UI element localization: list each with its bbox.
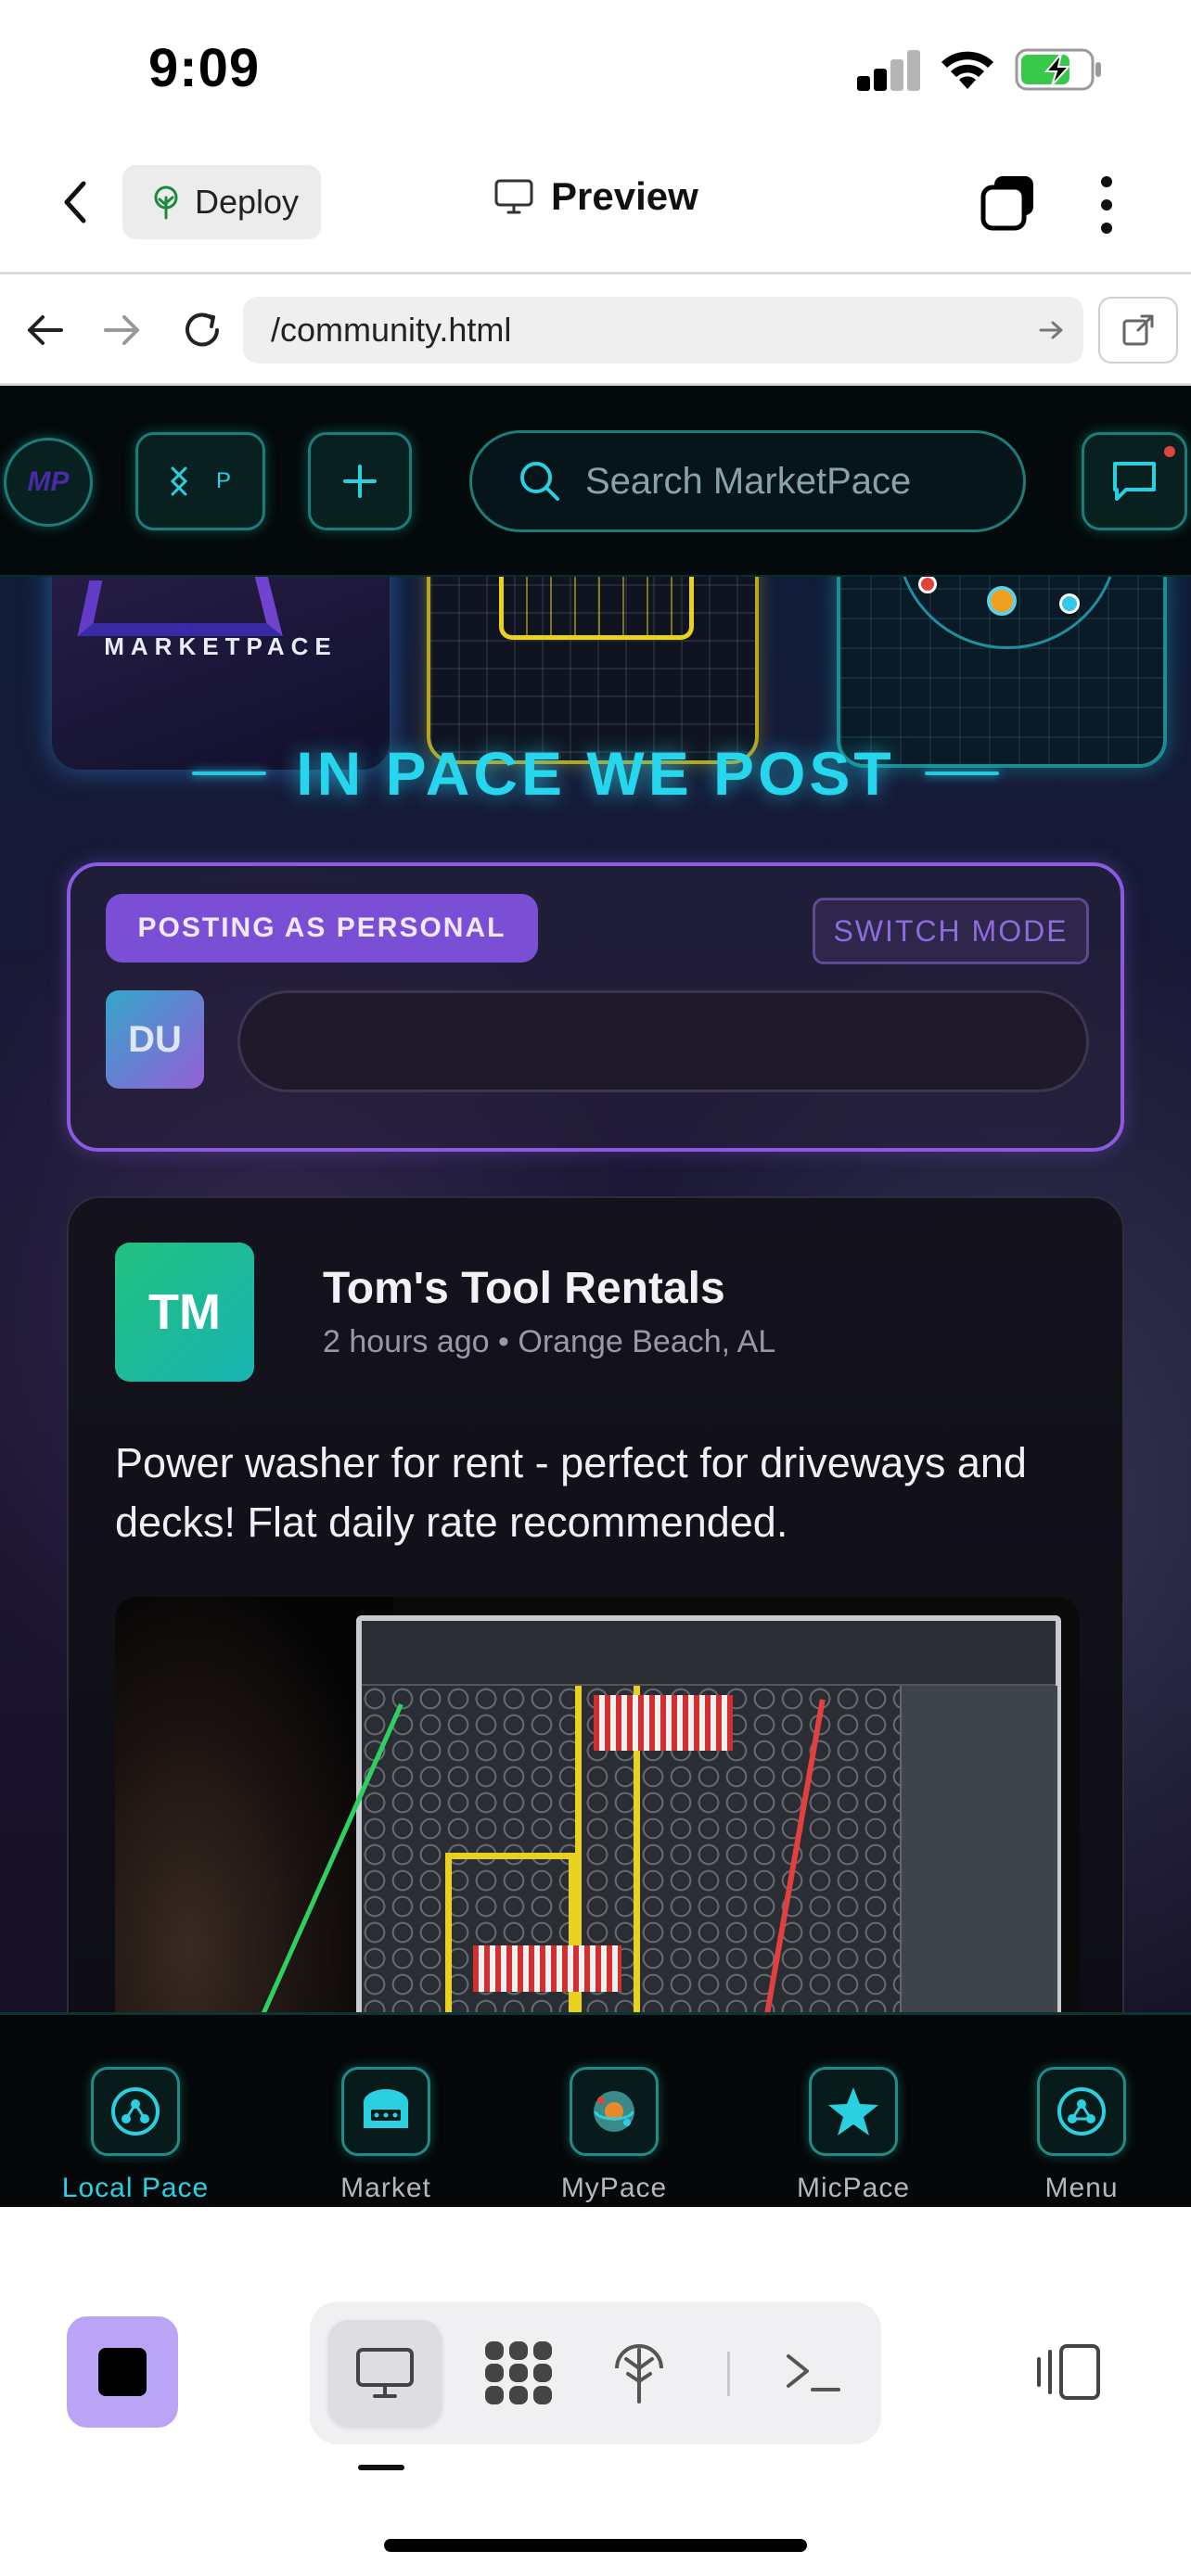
stop-button[interactable] <box>67 2316 178 2428</box>
heading-rule-left <box>192 772 267 775</box>
nav-mypace[interactable]: MyPace <box>521 2067 707 2204</box>
nav-mypace-label: MyPace <box>560 2173 668 2203</box>
open-external-button[interactable] <box>1098 297 1178 363</box>
arrow-right-icon[interactable] <box>102 312 143 349</box>
deploy-tool-button[interactable] <box>588 2320 690 2426</box>
nav-local-pace-label: Local Pace <box>61 2173 210 2203</box>
star-icon <box>809 2067 898 2156</box>
shuffle-icon <box>170 466 188 496</box>
wifi-icon <box>941 51 993 89</box>
deploy-tree-icon <box>154 185 178 220</box>
preview-label: Preview <box>551 174 698 218</box>
marketpace-wordmark: MARKETPACE <box>104 632 338 660</box>
tool-switcher <box>310 2302 881 2444</box>
notification-dot <box>1164 446 1175 457</box>
arrow-left-icon[interactable] <box>24 312 65 349</box>
plus-icon <box>343 465 377 498</box>
heading-rule-right <box>924 772 999 775</box>
preview-title: Preview <box>493 174 698 219</box>
ide-toolbar <box>0 2207 1191 2576</box>
active-tool-indicator <box>358 2465 404 2470</box>
stop-icon <box>98 2348 147 2396</box>
reload-icon[interactable] <box>180 308 224 352</box>
status-bar: 9:09 <box>0 0 1191 139</box>
switch-mode-button[interactable]: SWITCH MODE <box>813 898 1089 964</box>
post-composer: POSTING AS PERSONAL SWITCH MODE DU <box>67 862 1124 1152</box>
monitor-icon <box>494 179 533 214</box>
status-time: 9:09 <box>148 38 261 98</box>
nav-menu[interactable]: Menu <box>989 2067 1174 2204</box>
chevron-left-icon[interactable] <box>58 176 95 228</box>
site-logo-button[interactable]: MP <box>4 438 93 527</box>
post-text: Power washer for rent - perfect for driv… <box>115 1439 1027 1546</box>
nav-micpace[interactable]: MicPace <box>761 2067 946 2204</box>
shell-tool-button[interactable] <box>762 2320 864 2426</box>
cellular-signal-icon <box>857 48 920 91</box>
post-author-name[interactable]: Tom's Tool Rentals <box>323 1263 725 1314</box>
nav-micpace-label: MicPace <box>796 2173 911 2203</box>
add-post-button[interactable] <box>308 432 412 530</box>
messages-button[interactable] <box>1082 432 1187 530</box>
posting-as-badge: POSTING AS PERSONAL <box>106 894 538 963</box>
deploy-label: Deploy <box>195 183 300 221</box>
site-logo-text: MP <box>27 466 70 497</box>
layout-toggle-icon[interactable] <box>1033 2342 1104 2402</box>
nav-market-label: Market <box>340 2173 431 2203</box>
hero-heading-text: IN PACE WE POST <box>296 739 895 808</box>
home-indicator <box>384 2539 807 2552</box>
more-vertical-icon[interactable] <box>1095 172 1119 237</box>
community-hub-icon <box>91 2067 180 2156</box>
go-arrow-icon[interactable] <box>1039 319 1065 341</box>
post-author-avatar[interactable]: TM <box>115 1243 254 1382</box>
planet-icon <box>570 2067 659 2156</box>
composer-avatar: DU <box>106 990 204 1089</box>
open-external-icon <box>1122 314 1154 346</box>
hero-heading: IN PACE WE POST <box>0 738 1191 809</box>
storefront-icon <box>341 2067 430 2156</box>
url-text: /community.html <box>271 311 512 349</box>
web-content: MARKETPACE MP P Search MarketPace IN PAC… <box>0 386 1191 2207</box>
site-nav: MP P Search MarketPace <box>0 386 1191 577</box>
deploy-button[interactable]: Deploy <box>122 165 321 239</box>
nav-market[interactable]: Market <box>293 2067 479 2204</box>
mode-toggle-button[interactable]: P <box>135 432 265 530</box>
app-header: Deploy Preview <box>0 139 1191 274</box>
composer-input[interactable] <box>237 990 1089 1092</box>
browser-bar: /community.html <box>0 274 1191 386</box>
tabs-stack-icon[interactable] <box>978 172 1039 234</box>
tool-divider <box>727 2352 730 2396</box>
nav-local-pace[interactable]: Local Pace <box>43 2067 228 2204</box>
mode-toggle-text: P <box>215 468 231 493</box>
preview-tool-button[interactable] <box>328 2320 442 2426</box>
chat-bubble-icon <box>1113 462 1156 501</box>
nav-menu-label: Menu <box>1044 2173 1119 2203</box>
apps-grid-icon <box>485 2341 552 2404</box>
post-meta: 2 hours ago • Orange Beach, AL <box>323 1324 776 1359</box>
search-placeholder: Search MarketPace <box>585 460 912 502</box>
site-search-field[interactable]: Search MarketPace <box>469 430 1026 532</box>
site-bottom-nav: Local Pace Market MyPace MicPace Menu <box>0 2012 1191 2207</box>
terminal-icon <box>787 2354 840 2391</box>
deploy-tree-icon <box>615 2344 663 2404</box>
search-icon <box>520 462 559 501</box>
menu-hub-icon <box>1037 2067 1126 2156</box>
battery-charging-icon <box>1015 48 1101 91</box>
apps-tool-button[interactable] <box>467 2320 570 2426</box>
url-field[interactable]: /community.html <box>243 297 1083 363</box>
monitor-icon <box>356 2348 414 2398</box>
